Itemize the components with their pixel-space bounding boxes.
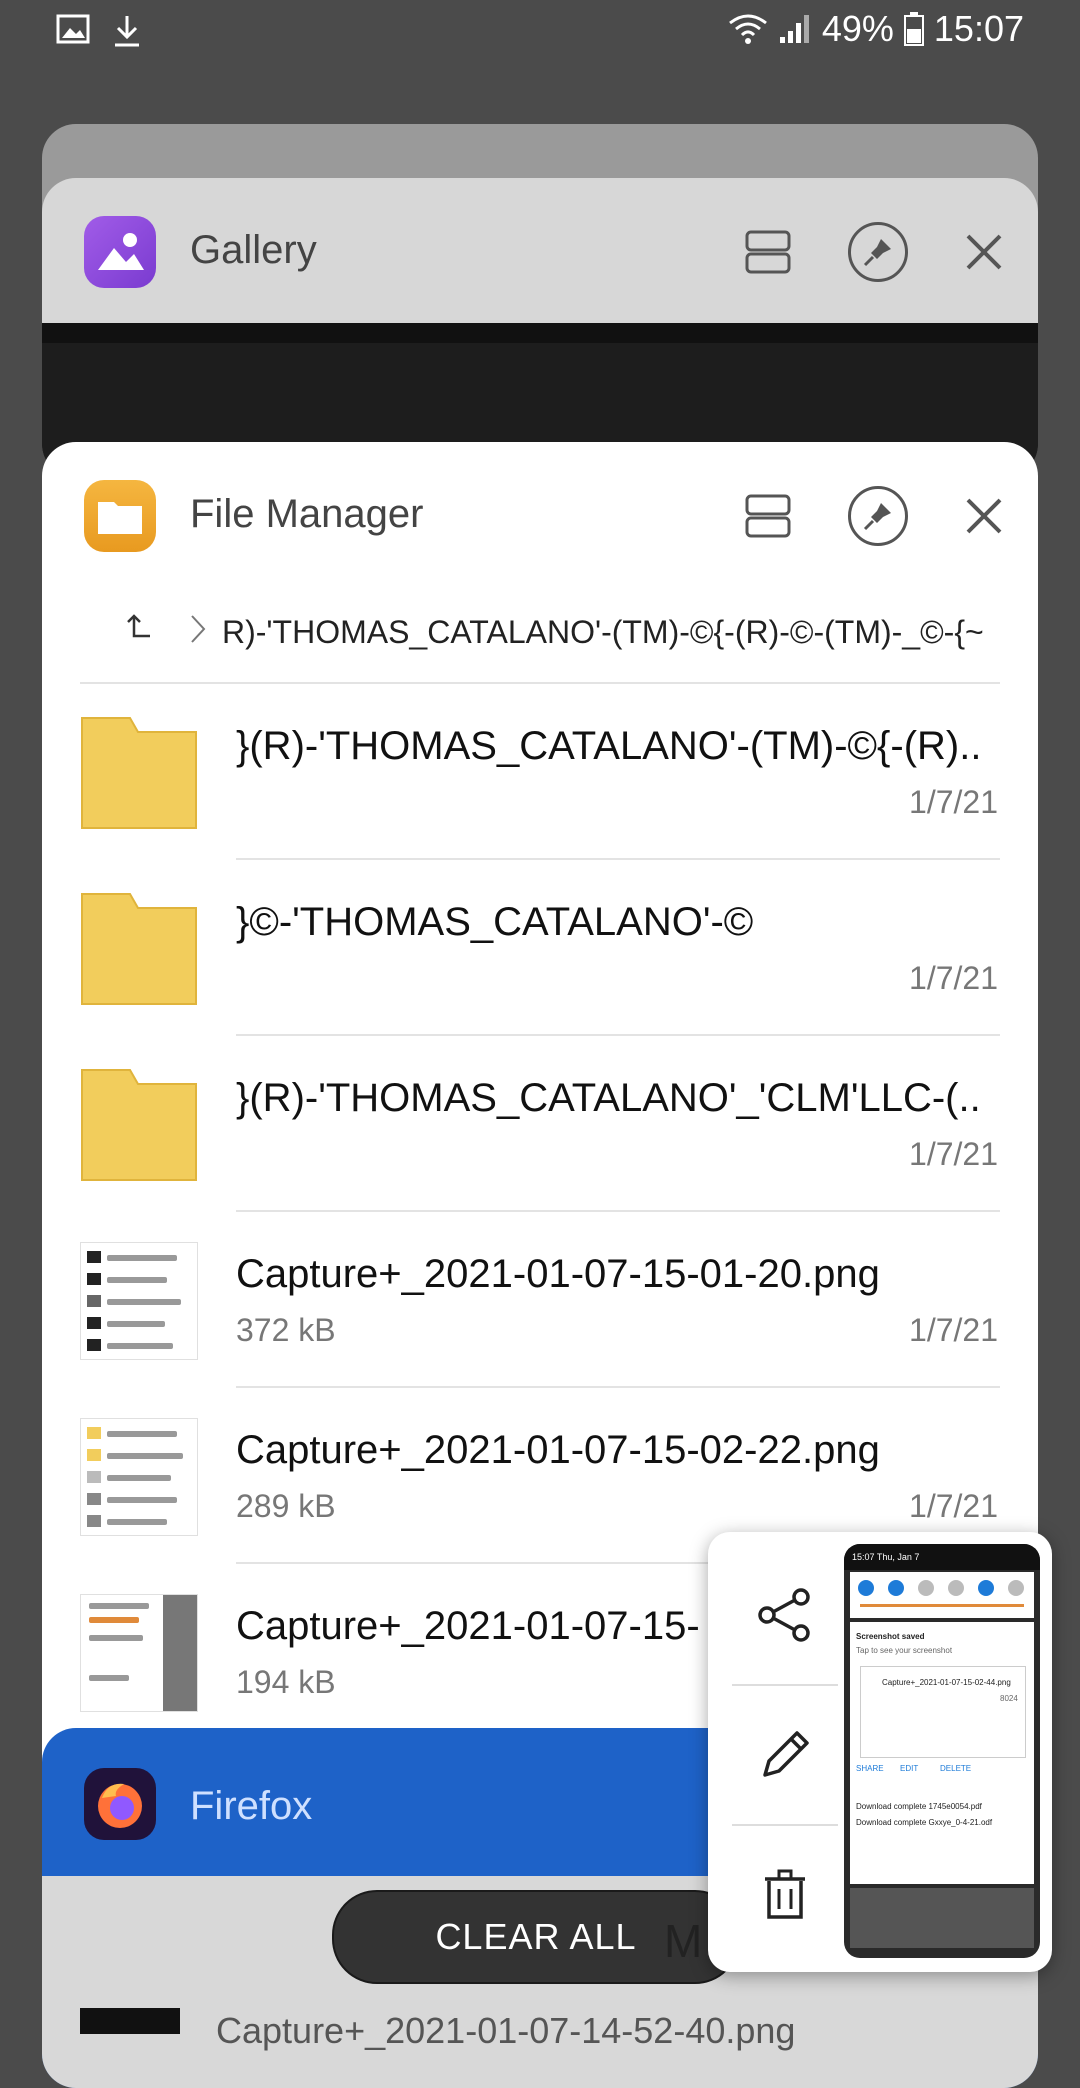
item-name: Capture+_2021-01-07-15-01-20.png — [236, 1252, 880, 1296]
item-date: 1/7/21 — [909, 784, 998, 820]
pin-button[interactable] — [842, 480, 914, 552]
list-item[interactable]: }(R)-'THOMAS_CATALANO'_'CLM'LLC-(.. 1/7/… — [42, 1036, 1038, 1212]
item-name: Capture+_2021-01-07-15-02-22.png — [236, 1428, 880, 1472]
file-manager-app-icon — [84, 480, 156, 552]
list-item[interactable]: }©-'THOMAS_CATALANO'-© 1/7/21 — [42, 860, 1038, 1036]
file-manager-card-header: File Manager — [42, 442, 1038, 592]
file-manager-title: File Manager — [190, 492, 424, 536]
wifi-icon — [728, 13, 768, 45]
image-thumbnail — [80, 1594, 198, 1712]
close-icon — [966, 234, 1002, 270]
up-arrow-icon[interactable] — [122, 612, 152, 650]
pin-icon — [848, 222, 908, 282]
item-name: }(R)-'THOMAS_CATALANO'_'CLM'LLC-(.. — [236, 1076, 981, 1120]
folder-icon — [80, 890, 198, 1008]
item-date: 1/7/21 — [909, 1136, 998, 1172]
partial-item-name: Capture+_2021-01-07-14-52-40.png — [216, 2010, 796, 2051]
pencil-icon — [763, 1731, 809, 1777]
image-icon — [56, 14, 90, 48]
item-size: 194 kB — [236, 1664, 336, 1700]
firefox-title: Firefox — [190, 1784, 313, 1828]
gallery-title: Gallery — [190, 228, 317, 272]
status-bar: 49% 15:07 — [0, 0, 1080, 64]
breadcrumb-path[interactable]: R)-'THOMAS_CATALANO'-(TM)-©{-(R)-©-(TM)-… — [222, 614, 984, 651]
split-screen-button[interactable] — [732, 216, 804, 288]
signal-icon — [778, 13, 812, 45]
preview-list — [850, 1888, 1034, 1948]
preview-quick-settings — [850, 1572, 1034, 1618]
share-icon — [758, 1588, 810, 1642]
folder-icon — [80, 714, 198, 832]
gallery-app-card[interactable]: Gallery — [42, 178, 1038, 478]
gallery-app-icon — [84, 216, 156, 288]
delete-button[interactable] — [732, 1826, 838, 1964]
preview-status: 15:07 Thu, Jan 7 — [844, 1544, 1040, 1570]
image-thumbnail — [80, 1418, 198, 1536]
preview-notification: Screenshot saved Tap to see your screens… — [850, 1622, 1034, 1884]
item-size: 372 kB — [236, 1312, 336, 1348]
clock: 15:07 — [933, 8, 1024, 49]
item-name: }(R)-'THOMAS_CATALANO'-(TM)-©{-(R).. — [236, 724, 982, 768]
list-item[interactable]: Capture+_2021-01-07-15-01-20.png 372 kB … — [42, 1212, 1038, 1388]
item-name: }©-'THOMAS_CATALANO'-© — [236, 900, 754, 944]
pin-icon — [848, 486, 908, 546]
edit-button[interactable] — [732, 1686, 838, 1824]
partial-thumbnail — [80, 2008, 180, 2034]
battery-icon — [903, 12, 924, 46]
pin-button[interactable] — [842, 216, 914, 288]
item-size: 289 kB — [236, 1488, 336, 1524]
battery-percent: 49% — [821, 8, 894, 49]
item-date: 1/7/21 — [909, 1312, 998, 1348]
item-date: 1/7/21 — [909, 1488, 998, 1524]
image-thumbnail — [80, 1242, 198, 1360]
firefox-app-icon — [84, 1768, 156, 1840]
trash-icon — [765, 1869, 805, 1919]
screenshot-preview[interactable]: 15:07 Thu, Jan 7 Screenshot saved Tap to… — [844, 1544, 1040, 1958]
close-icon — [966, 498, 1002, 534]
chevron-right-icon — [188, 614, 208, 652]
split-screen-button[interactable] — [732, 480, 804, 552]
breadcrumb: R)-'THOMAS_CATALANO'-(TM)-©{-(R)-©-(TM)-… — [84, 602, 1034, 662]
list-item[interactable]: }(R)-'THOMAS_CATALANO'-(TM)-©{-(R).. 1/7… — [42, 684, 1038, 860]
share-button[interactable] — [732, 1546, 838, 1684]
close-button[interactable] — [948, 480, 1020, 552]
partial-text: M — [664, 1915, 703, 1967]
item-date: 1/7/21 — [909, 960, 998, 996]
gallery-card-header: Gallery — [42, 178, 1038, 328]
download-icon — [112, 14, 142, 48]
close-button[interactable] — [948, 216, 1020, 288]
screenshot-panel: 15:07 Thu, Jan 7 Screenshot saved Tap to… — [708, 1532, 1052, 1972]
folder-icon — [80, 1066, 198, 1184]
